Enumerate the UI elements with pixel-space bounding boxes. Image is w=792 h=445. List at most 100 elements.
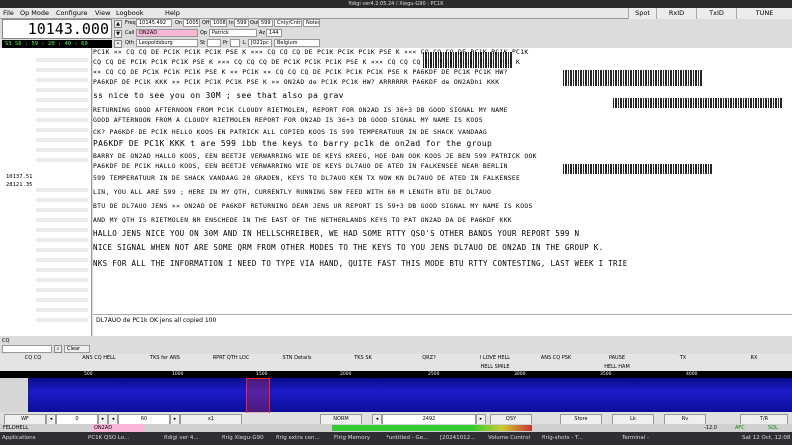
menu-configure[interactable]: Configure <box>56 8 88 19</box>
macro-button[interactable]: CQ CQ <box>0 354 67 363</box>
time-on-field[interactable]: 1005 <box>183 19 200 27</box>
azimuth-field[interactable]: 144 <box>266 29 282 37</box>
macro-button[interactable]: I LOVE HELL <box>462 354 529 363</box>
rx-line: 599 TEMPERATUUR IN DE SHACK VANDAAG 20 G… <box>93 174 521 182</box>
scale-label: 500 <box>84 372 93 377</box>
macro-button[interactable]: RPRT QTH LOC <box>198 354 265 363</box>
taskbar-item[interactable]: [20241012... <box>440 432 484 445</box>
taskbar-item[interactable]: Terminal - <box>622 432 666 445</box>
country-field[interactable]: Belgium <box>274 39 320 47</box>
afc-indicator[interactable]: AFC <box>735 424 745 432</box>
country-button[interactable]: Cnty/Cntry <box>274 19 302 27</box>
search-icon[interactable]: ⌕ <box>54 345 62 353</box>
rx-line: BTU DE DL7AUO JENS ×× ON2AD DE PA6KDF RE… <box>93 202 533 210</box>
rx-line: CK? PA6KDF DE PC1K HELLO KOOS EN PATRICK… <box>93 128 488 136</box>
locator-field[interactable]: JO21pc <box>248 39 272 47</box>
taskbar-item[interactable]: Flrig Memory <box>334 432 384 445</box>
macro-button[interactable]: ANS CQ PSK <box>528 354 585 363</box>
macro-button[interactable]: HELL SMILE <box>462 363 529 371</box>
menu-view[interactable]: View <box>95 8 110 19</box>
browser-freq-1[interactable]: 10137.51 <box>6 174 33 180</box>
waterfall-display[interactable] <box>28 378 792 414</box>
clock[interactable]: Sat 12 Oct, 12:08 <box>742 432 792 445</box>
window-title: fldigi ver4.2.05.24 / Xiegu-G90 : PC1K <box>0 0 792 8</box>
state-field[interactable] <box>207 39 221 47</box>
applications-menu[interactable]: Applications <box>2 432 58 445</box>
transmit-text-pane[interactable]: DL7AUO de PC1k OK jens all copied 100 <box>93 314 792 336</box>
menu-help[interactable]: Help <box>165 8 180 19</box>
macro-button[interactable]: PAUSE <box>584 354 651 363</box>
macro-button[interactable] <box>396 363 463 371</box>
macro-button[interactable] <box>716 363 792 371</box>
txid-button[interactable]: TxID <box>696 8 736 19</box>
spin-up-icon[interactable]: ▲ <box>114 20 122 28</box>
tx-button[interactable]: TX <box>650 354 717 363</box>
scale-label: 4000 <box>686 372 698 377</box>
macro-button[interactable]: STN Details <box>264 354 331 363</box>
qth-field[interactable]: Leopoldsburg <box>136 39 198 47</box>
op-label: Op <box>200 30 208 36</box>
taskbar-item[interactable]: flrig-shots - T... <box>542 432 594 445</box>
spot-button[interactable]: Spot <box>628 8 656 19</box>
province-field[interactable] <box>230 39 240 47</box>
sql-indicator[interactable]: SQL <box>768 424 778 432</box>
browser-freq-2[interactable]: 28121.35 <box>6 182 33 188</box>
signal-cursor[interactable] <box>246 378 270 414</box>
rx-line: HALLO JENS NICE YOU ON 30M AND IN HELLSC… <box>93 230 580 238</box>
menu-file[interactable]: File <box>3 8 14 19</box>
macro-button[interactable]: TKS SK <box>330 354 397 363</box>
pr-label: Pr <box>223 40 228 46</box>
macro-button[interactable] <box>132 363 199 371</box>
rx-button[interactable]: RX <box>716 354 792 363</box>
op-name-field[interactable]: Patrick <box>209 29 257 37</box>
st-label: St <box>200 40 206 46</box>
hell-noise-block <box>563 164 713 174</box>
browser-search-field[interactable] <box>2 345 52 353</box>
taskbar-item[interactable]: PC1K QSO Lo... <box>88 432 160 445</box>
scale-label: 2500 <box>428 372 440 377</box>
macro-button[interactable]: HELL HAM <box>584 363 651 371</box>
taskbar-item[interactable]: fldigi ver 4... <box>164 432 220 445</box>
notes-button[interactable]: Notes <box>303 19 320 27</box>
macro-button[interactable] <box>528 363 585 371</box>
clear-button[interactable]: Clear <box>64 345 90 353</box>
taskbar-item[interactable]: flrig Xiegu-G90 <box>222 432 272 445</box>
waterfall-side-panel <box>0 378 28 412</box>
macro-button[interactable] <box>650 363 717 371</box>
rst-in-field[interactable]: 599 <box>234 19 249 27</box>
call-field[interactable]: ON2AD <box>136 29 198 37</box>
receive-text-pane[interactable]: PC1K ×× CQ CQ DE PC1K PC1K PC1K PSE K ××… <box>93 48 792 314</box>
signal-browser[interactable]: 10137.51 28121.35 <box>0 48 92 336</box>
menu-logbook[interactable]: Logbook <box>116 8 143 19</box>
rst-out-field[interactable]: 599 <box>258 19 273 27</box>
lock-icon[interactable]: • <box>114 40 122 48</box>
az-label: Az <box>259 30 266 36</box>
taskbar-item[interactable]: *untitled - Ge... <box>386 432 440 445</box>
macro-button[interactable]: QRZ? <box>396 354 463 363</box>
macro-button[interactable] <box>198 363 265 371</box>
loc-label: L <box>243 40 246 46</box>
macro-button[interactable]: TKS fer ANS <box>132 354 199 363</box>
signal-level-bar <box>332 425 532 431</box>
hell-noise-block <box>423 52 513 68</box>
scale-label: 3000 <box>514 372 526 377</box>
macro-button[interactable] <box>66 363 133 371</box>
macro-button[interactable] <box>0 363 67 371</box>
vfo-frequency-display[interactable]: 10143.000 <box>2 19 112 39</box>
macro-button[interactable]: ANS CQ HELL <box>66 354 133 363</box>
waterfall-scale: 500 1000 1500 2000 2500 3000 3500 4000 <box>0 371 792 378</box>
rx-line: NKS FOR ALL THE INFORMATION I NEED TO TY… <box>93 260 628 268</box>
log-freq-field[interactable]: 10145.492 <box>136 19 172 27</box>
macro-button[interactable] <box>264 363 331 371</box>
mode-status[interactable]: FELDHELL <box>3 424 28 432</box>
macro-bar-1: CQ CQ ANS CQ HELL TKS fer ANS RPRT QTH L… <box>0 354 792 363</box>
spin-down-icon[interactable]: ▼ <box>114 30 122 38</box>
tune-button[interactable]: TUNE <box>736 8 792 19</box>
rxid-button[interactable]: RxID <box>656 8 696 19</box>
macro-button[interactable] <box>330 363 397 371</box>
taskbar-item[interactable]: flrig extra con... <box>276 432 332 445</box>
freq-label: Freq <box>125 20 136 26</box>
time-off-field[interactable]: 1008 <box>210 19 227 27</box>
taskbar-item[interactable]: Volume Control <box>488 432 540 445</box>
menu-op-mode[interactable]: Op Mode <box>20 8 49 19</box>
